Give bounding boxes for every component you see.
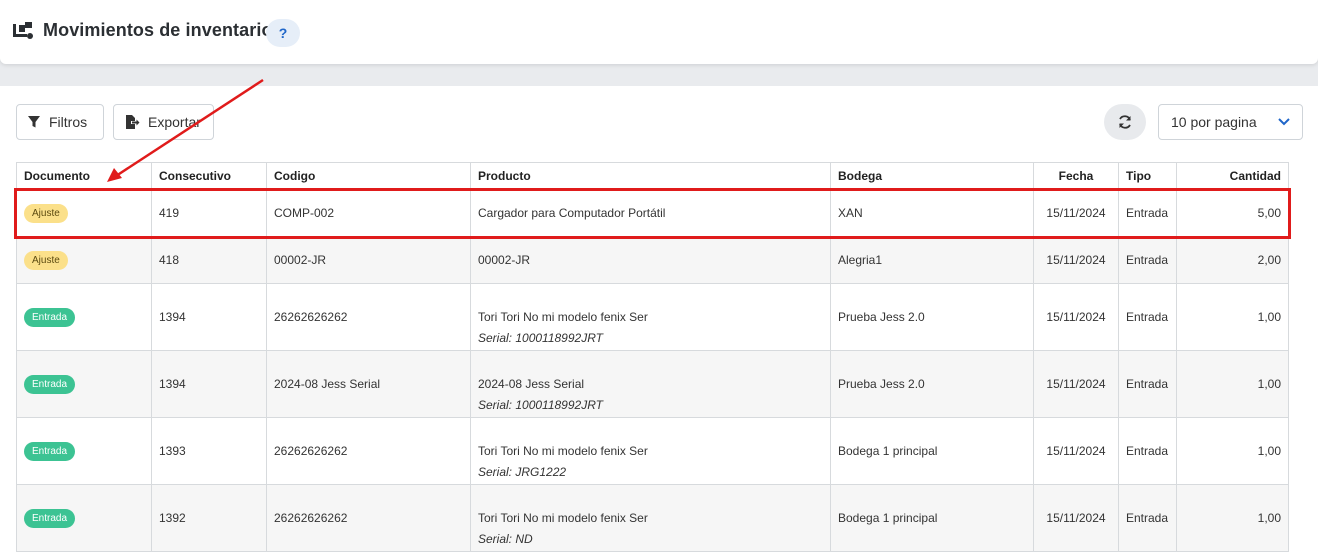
- product-name: Tori Tori No mi modelo fenix Ser: [478, 511, 648, 525]
- consecutive-cell: 1392: [151, 484, 267, 552]
- date-cell: 15/11/2024: [1033, 236, 1119, 284]
- filters-button[interactable]: Filtros: [16, 104, 104, 140]
- product-serial: Serial: 1000118992JRT: [478, 398, 603, 412]
- table-row[interactable]: Entrada 1394 2024-08 Jess Serial 2024-08…: [16, 350, 1289, 418]
- filters-button-label: Filtros: [49, 114, 88, 130]
- date-cell: 15/11/2024: [1033, 283, 1119, 351]
- warehouse-cell: Bodega 1 principal: [830, 484, 1034, 552]
- column-header-fecha[interactable]: Fecha: [1033, 162, 1119, 190]
- type-cell: Entrada: [1118, 417, 1177, 485]
- date-cell: 15/11/2024: [1033, 350, 1119, 418]
- column-header-tipo[interactable]: Tipo: [1118, 162, 1177, 190]
- page-title: Movimientos de inventario: [43, 20, 273, 40]
- export-button[interactable]: Exportar: [113, 104, 214, 140]
- table-header-row: Documento Consecutivo Codigo Producto Bo…: [16, 162, 1289, 190]
- type-cell: Entrada: [1118, 236, 1177, 284]
- column-header-documento[interactable]: Documento: [16, 162, 152, 190]
- column-header-cantidad[interactable]: Cantidad: [1176, 162, 1289, 190]
- quantity-cell: 1,00: [1176, 484, 1289, 552]
- product-cell: Tori Tori No mi modelo fenix Ser Serial: …: [470, 484, 831, 552]
- warehouse-cell: Prueba Jess 2.0: [830, 350, 1034, 418]
- column-header-bodega[interactable]: Bodega: [830, 162, 1034, 190]
- product-cell: Tori Tori No mi modelo fenix Ser Serial: …: [470, 283, 831, 351]
- product-name: 2024-08 Jess Serial: [478, 377, 585, 391]
- quantity-cell: 1,00: [1176, 283, 1289, 351]
- quantity-cell: 1,00: [1176, 417, 1289, 485]
- column-header-codigo[interactable]: Codigo: [266, 162, 471, 190]
- truck-ramp-icon: [13, 22, 33, 39]
- warehouse-cell: Alegria1: [830, 236, 1034, 284]
- table-row[interactable]: Ajuste 418 00002-JR 00002-JR Alegria1 15…: [16, 236, 1289, 284]
- code-cell: 26262626262: [266, 417, 471, 485]
- consecutive-cell: 1394: [151, 350, 267, 418]
- document-badge: Entrada: [24, 508, 76, 528]
- product-name: Tori Tori No mi modelo fenix Ser: [478, 444, 648, 458]
- product-serial: Serial: 1000118992JRT: [478, 331, 603, 345]
- product-cell: Cargador para Computador Portátil: [470, 189, 831, 237]
- warehouse-cell: XAN: [830, 189, 1034, 237]
- chevron-down-icon: [1278, 118, 1290, 126]
- type-cell: Entrada: [1118, 189, 1177, 237]
- document-badge: Entrada: [24, 307, 76, 327]
- document-badge: Ajuste: [24, 250, 68, 270]
- column-header-producto[interactable]: Producto: [470, 162, 831, 190]
- warehouse-cell: Bodega 1 principal: [830, 417, 1034, 485]
- document-badge: Entrada: [24, 441, 76, 461]
- export-button-label: Exportar: [148, 114, 201, 130]
- product-serial: Serial: ND: [478, 532, 533, 546]
- type-cell: Entrada: [1118, 283, 1177, 351]
- table-row[interactable]: Ajuste 419 COMP-002 Cargador para Comput…: [16, 189, 1289, 237]
- code-cell: COMP-002: [266, 189, 471, 237]
- product-cell: Tori Tori No mi modelo fenix Ser Serial: …: [470, 417, 831, 485]
- code-cell: 2024-08 Jess Serial: [266, 350, 471, 418]
- consecutive-cell: 419: [151, 189, 267, 237]
- per-page-select[interactable]: 10 por pagina: [1158, 104, 1303, 140]
- per-page-value: 10 por pagina: [1171, 114, 1257, 130]
- page-header: Movimientos de inventario ?: [0, 0, 1318, 64]
- refresh-button[interactable]: [1104, 104, 1146, 140]
- table-row[interactable]: Entrada 1393 26262626262 Tori Tori No mi…: [16, 417, 1289, 485]
- type-cell: Entrada: [1118, 350, 1177, 418]
- document-badge: Ajuste: [24, 203, 68, 223]
- quantity-cell: 2,00: [1176, 236, 1289, 284]
- product-name: Cargador para Computador Portátil: [478, 206, 666, 220]
- code-cell: 00002-JR: [266, 236, 471, 284]
- main-content: Filtros Exportar 10 por pagina Documento: [0, 86, 1318, 556]
- date-cell: 15/11/2024: [1033, 417, 1119, 485]
- quantity-cell: 5,00: [1176, 189, 1289, 237]
- inventory-movements-table: Documento Consecutivo Codigo Producto Bo…: [16, 162, 1289, 552]
- filter-icon: [28, 116, 40, 128]
- table-row[interactable]: Entrada 1392 26262626262 Tori Tori No mi…: [16, 484, 1289, 552]
- consecutive-cell: 1394: [151, 283, 267, 351]
- product-name: 00002-JR: [478, 253, 531, 267]
- help-button[interactable]: ?: [266, 19, 300, 47]
- file-export-icon: [126, 115, 140, 129]
- code-cell: 26262626262: [266, 283, 471, 351]
- product-serial: Serial: JRG1222: [478, 465, 567, 479]
- product-name: Tori Tori No mi modelo fenix Ser: [478, 310, 648, 324]
- table-row[interactable]: Entrada 1394 26262626262 Tori Tori No mi…: [16, 283, 1289, 351]
- column-header-consecutivo[interactable]: Consecutivo: [151, 162, 267, 190]
- consecutive-cell: 1393: [151, 417, 267, 485]
- date-cell: 15/11/2024: [1033, 189, 1119, 237]
- quantity-cell: 1,00: [1176, 350, 1289, 418]
- document-badge: Entrada: [24, 374, 76, 394]
- product-cell: 00002-JR: [470, 236, 831, 284]
- code-cell: 26262626262: [266, 484, 471, 552]
- product-cell: 2024-08 Jess Serial Serial: 1000118992JRT: [470, 350, 831, 418]
- warehouse-cell: Prueba Jess 2.0: [830, 283, 1034, 351]
- type-cell: Entrada: [1118, 484, 1177, 552]
- consecutive-cell: 418: [151, 236, 267, 284]
- date-cell: 15/11/2024: [1033, 484, 1119, 552]
- refresh-icon: [1119, 115, 1131, 129]
